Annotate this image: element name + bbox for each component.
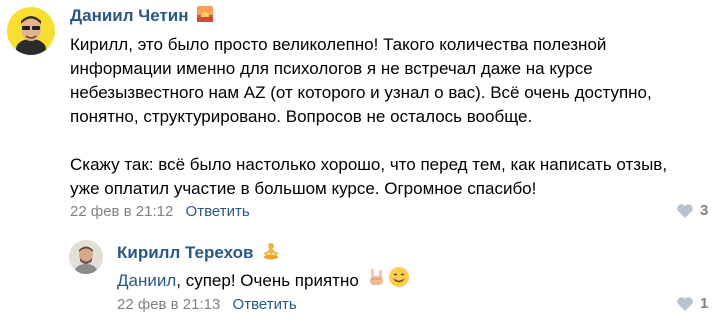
comment-text: Кирилл, это было просто великолепно! Так… [70,35,668,198]
person-avatar-icon [69,240,103,274]
smiling-face-icon [388,266,410,295]
comment-date[interactable]: 22 фев в 21:12 [70,203,173,220]
sunset-emoji-icon [197,6,214,27]
heart-icon [677,296,693,311]
like-button[interactable]: 1 [676,295,708,312]
reply-date[interactable]: 22 фев в 21:13 [117,296,220,313]
like-count: 3 [700,202,709,219]
reply-text: , супер! Очень приятно [176,270,359,290]
author-name[interactable]: Даниил Четин [70,6,188,25]
heart-icon [677,203,693,218]
like-count: 1 [700,295,709,312]
mention-link[interactable]: Даниил [117,269,176,293]
reply-button[interactable]: Ответить [186,203,250,220]
sign-of-horns-icon [366,267,386,294]
author-name[interactable]: Кирилл Терехов [117,243,253,262]
reply-button[interactable]: Ответить [233,296,297,313]
avatar[interactable] [7,7,55,55]
lotus-position-emoji-icon [262,242,280,265]
person-avatar-icon [7,7,55,55]
avatar[interactable] [69,240,103,274]
like-button[interactable]: 3 [676,202,708,219]
